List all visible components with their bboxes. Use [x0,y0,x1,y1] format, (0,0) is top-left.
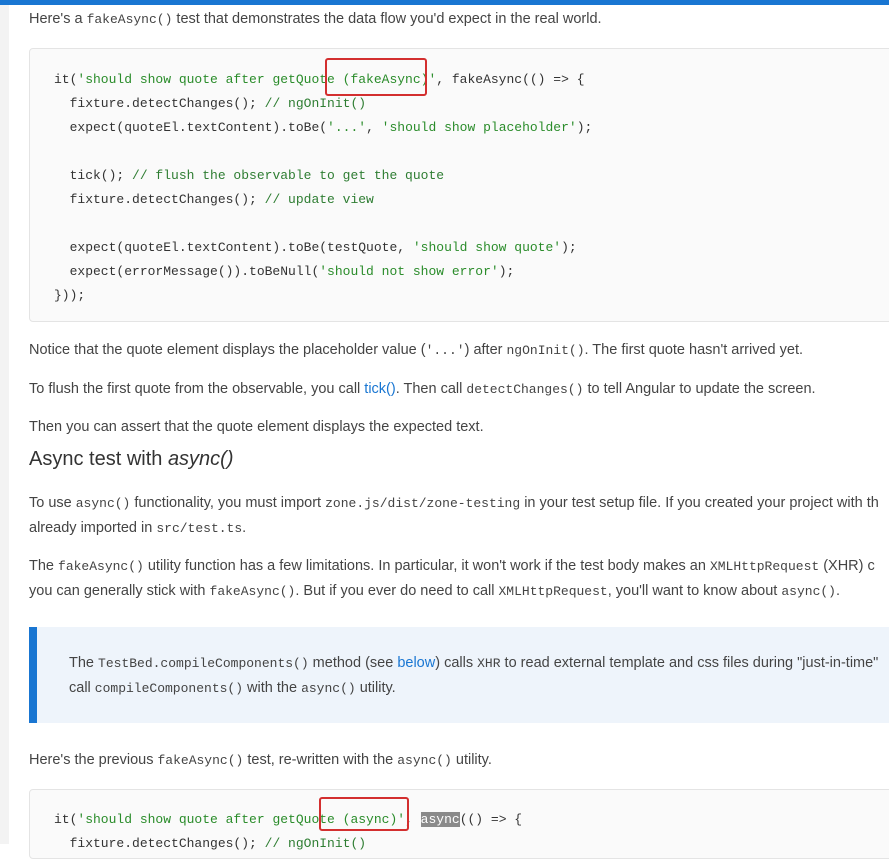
paragraph-flush: To flush the first quote from the observ… [29,381,816,397]
paragraph-placeholder: Notice that the quote element displays t… [29,342,804,358]
code-block-async[interactable]: it('should show quote after getQuote (as… [29,789,889,859]
top-accent-bar [0,0,889,5]
paragraph-use-async-1: To use async() functionality, you must i… [29,495,879,511]
code-line-5: tick(); // flush the observable to get t… [54,168,445,183]
paragraph-assert: Then you can assert that the quote eleme… [29,419,484,435]
callout-line-1: The TestBed.compileComponents() method (… [69,655,879,671]
code-listing-async: it('should show quote after getQuote (as… [54,808,522,856]
left-gutter [0,5,9,844]
code-line-9: expect(errorMessage()).toBeNull('should … [54,264,515,279]
paragraph-rewritten: Here's the previous fakeAsync() test, re… [29,752,492,768]
code-line-6: fixture.detectChanges(); // update view [54,192,374,207]
code-line-2: fixture.detectChanges(); // ngOnInit() [54,96,367,111]
callout-note: The TestBed.compileComponents() method (… [29,627,889,723]
inline-code: fakeAsync() [86,12,173,27]
code-line-10: })); [54,288,86,303]
tick-link[interactable]: tick() [364,381,395,397]
below-link[interactable]: below [397,655,435,671]
section-heading-async: Async test with async() [29,448,234,470]
code-block-fakeasync[interactable]: it('should show quote after getQuote (fa… [29,48,889,322]
code2-line-1: it('should show quote after getQuote (as… [54,812,523,827]
intro-paragraph: Here's a fakeAsync() test that demonstra… [29,11,602,27]
callout-line-2: call compileComponents() with the async(… [69,680,396,696]
paragraph-limitations-1: The fakeAsync() utility function has a f… [29,558,875,574]
selected-text[interactable]: async [420,812,460,827]
paragraph-use-async-2: already imported in src/test.ts. [29,520,247,536]
code-line-8: expect(quoteEl.textContent).toBe(testQuo… [54,240,577,255]
code-listing: it('should show quote after getQuote (fa… [54,68,592,308]
paragraph-limitations-2: you can generally stick with fakeAsync()… [29,583,840,599]
code-line-1: it('should show quote after getQuote (fa… [54,72,585,87]
code-line-3: expect(quoteEl.textContent).toBe('...', … [54,120,593,135]
